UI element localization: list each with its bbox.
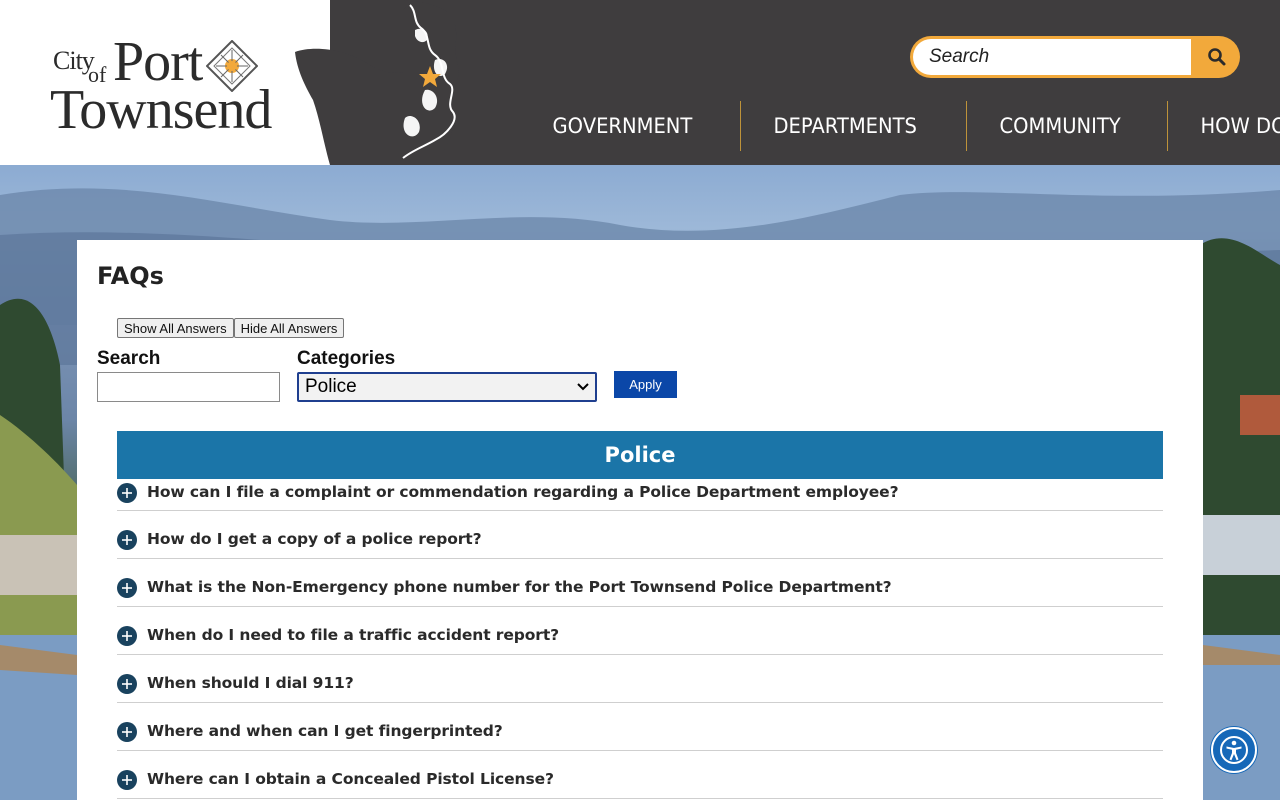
accessibility-button[interactable]: [1211, 727, 1257, 773]
site-search-button[interactable]: [1193, 36, 1240, 78]
faq-question: Where can I obtain a Concealed Pistol Li…: [147, 770, 554, 788]
category-header: Police: [117, 431, 1163, 479]
logo-compass-emblem: [206, 40, 258, 92]
expand-plus-icon: [117, 483, 137, 503]
site-header: City of Port Townsend GOVERNMENT DEPARTM…: [0, 0, 1280, 165]
faq-search-input[interactable]: [97, 372, 280, 402]
categories-label: Categories: [297, 348, 396, 369]
faq-item[interactable]: Where can I obtain a Concealed Pistol Li…: [117, 752, 1163, 799]
expand-plus-icon: [117, 530, 137, 550]
answer-toggle-group: Show All Answers Hide All Answers: [117, 318, 345, 338]
content-panel: FAQs Show All Answers Hide All Answers S…: [77, 240, 1203, 800]
chevron-down-icon: [577, 383, 589, 391]
faq-item[interactable]: Where and when can I get fingerprinted?: [117, 704, 1163, 751]
main-nav: GOVERNMENT DEPARTMENTS COMMUNITY HOW DO …: [520, 101, 1280, 153]
faq-question: When should I dial 911?: [147, 674, 354, 692]
faq-question: When do I need to file a traffic acciden…: [147, 626, 560, 644]
peninsula-map-graphic: [295, 0, 485, 165]
faq-item[interactable]: When should I dial 911?: [117, 656, 1163, 703]
faq-list: How can I file a complaint or commendati…: [117, 479, 1163, 800]
search-icon: [1207, 48, 1225, 66]
site-search-input[interactable]: [913, 39, 1191, 75]
faq-item[interactable]: When do I need to file a traffic acciden…: [117, 608, 1163, 655]
hide-all-answers-button[interactable]: Hide All Answers: [233, 318, 345, 338]
faq-question: What is the Non-Emergency phone number f…: [147, 578, 892, 596]
nav-government[interactable]: GOVERNMENT: [520, 101, 725, 151]
faq-question: Where and when can I get fingerprinted?: [147, 722, 503, 740]
nav-how-do-i[interactable]: HOW DO I: [1166, 101, 1280, 151]
faq-item[interactable]: How can I file a complaint or commendati…: [117, 479, 1163, 511]
category-select[interactable]: Police: [297, 372, 597, 402]
page-title: FAQs: [97, 262, 164, 290]
faq-question: How can I file a complaint or commendati…: [147, 483, 899, 501]
apply-button[interactable]: Apply: [614, 371, 677, 398]
category-select-value: Police: [305, 376, 357, 397]
expand-plus-icon: [117, 578, 137, 598]
expand-plus-icon: [117, 626, 137, 646]
faq-item[interactable]: How do I get a copy of a police report?: [117, 512, 1163, 559]
site-search: [910, 36, 1240, 78]
expand-plus-icon: [117, 674, 137, 694]
accessibility-icon: [1220, 736, 1248, 764]
expand-plus-icon: [117, 770, 137, 790]
faq-question: How do I get a copy of a police report?: [147, 530, 482, 548]
faq-item[interactable]: What is the Non-Emergency phone number f…: [117, 560, 1163, 607]
search-label: Search: [97, 348, 161, 369]
city-logo[interactable]: City of Port Townsend: [50, 31, 272, 154]
show-all-answers-button[interactable]: Show All Answers: [117, 318, 234, 338]
nav-community[interactable]: COMMUNITY: [965, 101, 1153, 151]
expand-plus-icon: [117, 722, 137, 742]
nav-departments[interactable]: DEPARTMENTS: [740, 101, 950, 151]
